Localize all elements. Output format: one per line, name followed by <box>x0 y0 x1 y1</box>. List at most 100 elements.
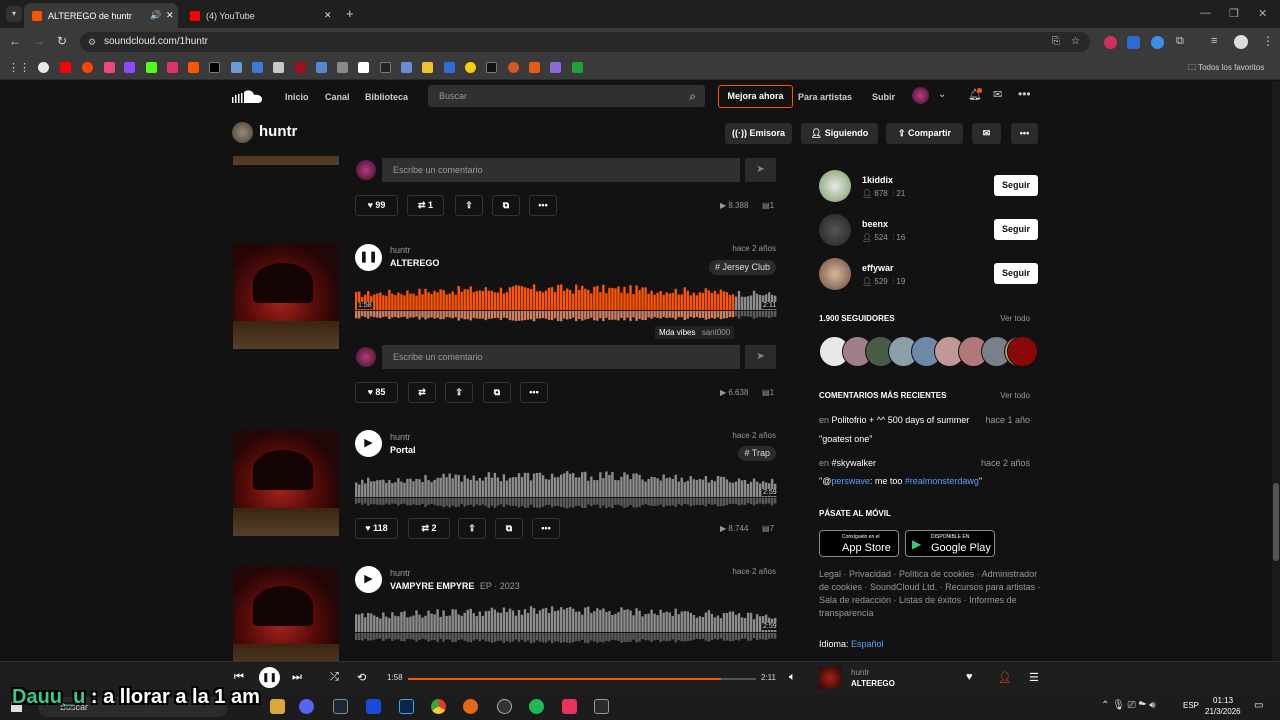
copy-link-button[interactable]: ⧉ <box>492 195 520 216</box>
bookmark-icon[interactable] <box>465 62 476 73</box>
repeat-icon[interactable]: ⟲ <box>357 671 366 684</box>
follower-avatar[interactable] <box>1007 336 1038 367</box>
bookmark-icon[interactable] <box>82 62 93 73</box>
track-title[interactable]: ALTEREGO <box>390 258 439 268</box>
tab-list-button[interactable]: ▾ <box>6 6 22 22</box>
bookmark-icon[interactable] <box>444 62 455 73</box>
waveform[interactable] <box>355 280 777 325</box>
bookmark-icon[interactable] <box>486 62 497 73</box>
more-button[interactable]: ••• <box>529 195 557 216</box>
previous-icon[interactable]: ⏮ <box>234 671 244 684</box>
reload-icon[interactable]: ↻ <box>57 34 67 48</box>
taskbar-app-icon[interactable] <box>562 699 577 714</box>
share-button[interactable]: ⇪ <box>458 518 486 539</box>
close-icon[interactable]: ✕ <box>166 10 174 21</box>
message-button[interactable]: ✉ <box>972 123 1001 144</box>
share-button[interactable]: ⇪ Compartir <box>886 123 963 144</box>
share-button[interactable]: ⇪ <box>455 195 483 216</box>
bookmark-icon[interactable] <box>252 62 263 73</box>
close-icon[interactable]: ✕ <box>324 10 332 21</box>
extension-icon[interactable] <box>1127 36 1140 49</box>
track-title[interactable]: VAMPYRE EMPYRE EP · 2023 <box>390 581 520 591</box>
track-artwork[interactable] <box>233 430 339 536</box>
profile-avatar[interactable] <box>1234 35 1248 49</box>
track-artwork[interactable] <box>233 566 339 661</box>
suggested-avatar[interactable] <box>819 258 851 290</box>
mention-link[interactable]: perswave <box>831 476 870 486</box>
search-icon[interactable]: ⌕ <box>689 85 696 107</box>
send-icon[interactable]: ➤ <box>745 158 776 182</box>
genre-tag[interactable]: # Trap <box>738 446 776 461</box>
upgrade-button[interactable]: Mejora ahora <box>718 85 793 108</box>
bookmark-icon[interactable] <box>529 62 540 73</box>
minimize-button[interactable]: — <box>1200 7 1211 19</box>
suggested-name[interactable]: effywar <box>862 263 894 273</box>
pause-button[interactable]: ❚❚ <box>259 667 280 688</box>
spotify-icon[interactable] <box>529 699 544 714</box>
bookmark-icon[interactable] <box>295 62 306 73</box>
more-button[interactable]: ••• <box>532 518 560 539</box>
bookmark-icon[interactable] <box>337 62 348 73</box>
suggested-name[interactable]: 1kiddix <box>862 175 893 185</box>
follow-button[interactable]: Seguir <box>994 175 1038 196</box>
system-tray-icons[interactable]: ⌃ 🎙︎ ⎚ ☁ 🔊︎ <box>1101 700 1156 711</box>
page-scrollbar[interactable] <box>1272 81 1280 661</box>
progress-bar[interactable] <box>408 678 756 680</box>
followers-heading[interactable]: 1.900 SEGUIDORES <box>819 314 895 323</box>
tab-altereco[interactable]: ALTEREGO de huntr 🔊 ✕ <box>24 3 178 28</box>
bookmark-icon[interactable] <box>124 62 135 73</box>
track-user[interactable]: huntr <box>390 432 411 442</box>
extension-icon[interactable] <box>1151 36 1164 49</box>
nav-for-artists[interactable]: Para artistas <box>798 92 852 102</box>
user-avatar[interactable] <box>912 87 929 104</box>
clock-time[interactable]: 01:13 <box>1213 696 1233 705</box>
hashtag-link[interactable]: #realmonsterdawg <box>905 476 979 486</box>
soundcloud-logo-icon[interactable] <box>232 89 264 104</box>
nav-library[interactable]: Biblioteca <box>365 92 408 102</box>
bookmark-icon[interactable] <box>508 62 519 73</box>
new-tab-button[interactable]: + <box>346 6 354 21</box>
bookmark-icon[interactable] <box>273 62 284 73</box>
timed-comment-user[interactable]: Mda vibes <box>659 328 695 337</box>
see-all-link[interactable]: Ver todo <box>1000 391 1030 400</box>
obs-icon[interactable] <box>497 699 512 714</box>
input-language[interactable]: ESP <box>1183 701 1199 710</box>
track-user[interactable]: huntr <box>390 568 411 578</box>
copy-link-button[interactable]: ⧉ <box>495 518 523 539</box>
extensions-puzzle-icon[interactable]: ⧉ <box>1176 35 1184 48</box>
pause-button[interactable]: ❚❚ <box>355 244 382 271</box>
clock-date[interactable]: 21/3/2026 <box>1205 707 1241 716</box>
share-button[interactable]: ⇪ <box>445 382 473 403</box>
follow-button[interactable]: Seguir <box>994 263 1038 284</box>
epic-games-icon[interactable] <box>594 699 609 714</box>
repost-button[interactable]: ⇄ <box>408 382 436 403</box>
waveform[interactable] <box>355 602 777 647</box>
bookmark-star-icon[interactable]: ☆ <box>1071 32 1080 52</box>
bookmark-icon[interactable] <box>188 62 199 73</box>
comment-track-link[interactable]: #skywalker <box>832 458 877 468</box>
messages-icon[interactable]: ✉ <box>993 88 1002 101</box>
menu-dots-icon[interactable]: ⋮ <box>1262 34 1274 48</box>
repost-button[interactable]: ⇄ 1 <box>407 195 444 216</box>
forward-arrow-icon[interactable]: → <box>33 34 45 48</box>
steam-icon[interactable] <box>333 699 348 714</box>
more-dots-icon[interactable]: ••• <box>1018 87 1031 101</box>
bookmark-icon[interactable] <box>380 62 391 73</box>
play-button[interactable]: ▶ <box>355 430 382 457</box>
see-all-link[interactable]: Ver todo <box>1000 314 1030 323</box>
play-button[interactable]: ▶ <box>355 566 382 593</box>
taskbar-app-icon[interactable] <box>463 699 478 714</box>
track-user[interactable]: huntr <box>390 245 411 255</box>
genre-tag[interactable]: # Jersey Club <box>708 260 776 275</box>
vegas-icon[interactable] <box>366 699 381 714</box>
google-play-button[interactable]: ▶ DISPONIBLE EN Google Play <box>905 530 995 557</box>
comment-input[interactable]: Escribe un comentario <box>382 158 740 182</box>
copy-link-button[interactable]: ⧉ <box>483 382 511 403</box>
app-store-button[interactable]: Consíguelo en el App Store <box>819 530 899 557</box>
next-icon[interactable]: ⏭ <box>292 671 302 684</box>
search-input[interactable]: Buscar ⌕ <box>428 85 705 107</box>
nav-feed[interactable]: Canal <box>325 92 350 102</box>
bookmark-icon[interactable] <box>358 62 369 73</box>
suggested-name[interactable]: beenx <box>862 219 888 229</box>
like-heart-icon[interactable]: ♥ <box>966 671 973 683</box>
